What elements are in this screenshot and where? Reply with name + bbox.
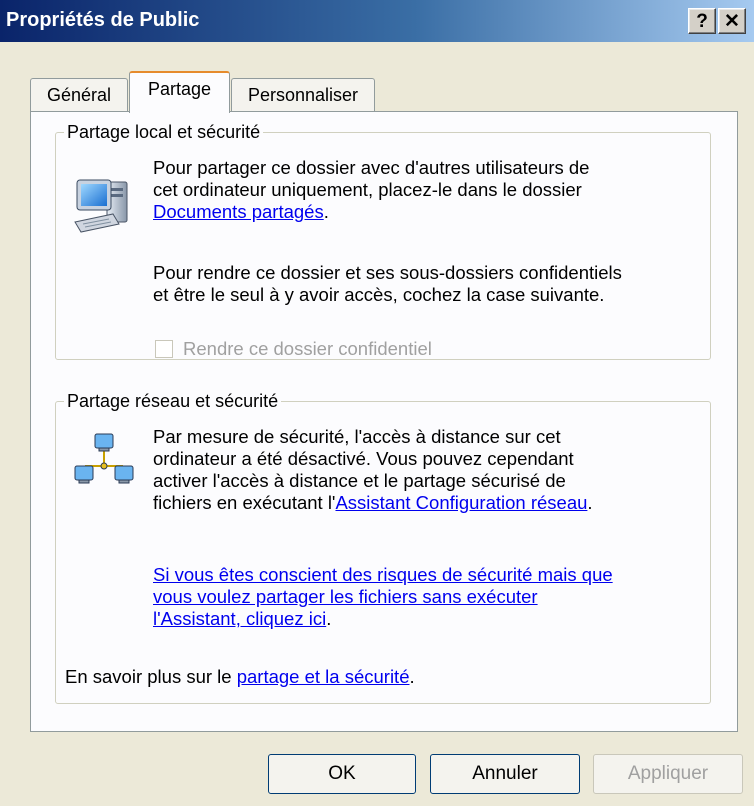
text-line: cet ordinateur uniquement, placez-le dan… <box>153 179 582 200</box>
risk-link-line[interactable]: vous voulez partager les fichiers sans e… <box>153 586 613 608</box>
tab-partage[interactable]: Partage <box>129 71 230 113</box>
network-icon <box>74 433 134 484</box>
text-line: activer l'accès à distance et le partage… <box>153 470 566 491</box>
punctuation: . <box>409 666 415 687</box>
text-line: l'Assistant, cliquez ici. <box>153 608 613 630</box>
risk-link-line[interactable]: Si vous êtes conscient des risques de sé… <box>153 564 613 586</box>
text-fragment: En savoir plus sur le <box>65 666 237 687</box>
text-fragment: fichiers en exécutant l' <box>153 492 336 513</box>
punctuation: . <box>323 201 329 222</box>
learn-more-link[interactable]: partage et la sécurité <box>237 666 410 687</box>
text-line: fichiers en exécutant l'Assistant Config… <box>153 492 593 514</box>
cancel-button[interactable]: Annuler <box>430 754 580 794</box>
risk-link-block: Si vous êtes conscient des risques de sé… <box>153 564 613 630</box>
local-sharing-text-2: Pour rendre ce dossier et ses sous-dossi… <box>153 262 622 306</box>
text-line: Pour partager ce dossier avec d'autres u… <box>153 157 590 178</box>
local-sharing-text-1: Pour partager ce dossier avec d'autres u… <box>153 157 589 223</box>
apply-button[interactable]: Appliquer <box>593 754 743 794</box>
tab-panel: Partage local et sécurité Pour partager … <box>30 111 738 732</box>
punctuation: . <box>326 608 332 629</box>
text-line: et être le seul à y avoir accès, cochez … <box>153 284 605 305</box>
window-title: Propriétés de Public <box>6 9 200 31</box>
title-bar: Propriétés de Public ? ✕ <box>0 0 754 42</box>
confidential-checkbox[interactable] <box>155 340 173 358</box>
text-line: Documents partagés. <box>153 201 589 223</box>
network-wizard-link[interactable]: Assistant Configuration réseau <box>335 492 587 513</box>
risk-link-line[interactable]: l'Assistant, cliquez ici <box>153 608 326 629</box>
tab-personnaliser[interactable]: Personnaliser <box>231 78 375 112</box>
tab-general[interactable]: Général <box>30 78 128 112</box>
confidential-checkbox-label: Rendre ce dossier confidentiel <box>183 338 432 359</box>
documents-partages-link[interactable]: Documents partagés <box>153 201 324 222</box>
ok-button[interactable]: OK <box>268 754 416 794</box>
text-line: Pour rendre ce dossier et ses sous-dossi… <box>153 262 622 283</box>
local-sharing-legend: Partage local et sécurité <box>64 121 264 143</box>
help-button[interactable]: ? <box>688 8 716 34</box>
text-line: Par mesure de sécurité, l'accès à distan… <box>153 426 561 447</box>
computer-icon <box>74 179 128 233</box>
learn-more-text: En savoir plus sur le partage et la sécu… <box>65 666 415 688</box>
close-button[interactable]: ✕ <box>718 8 746 34</box>
text-line: ordinateur a été désactivé. Vous pouvez … <box>153 448 574 469</box>
network-sharing-legend: Partage réseau et sécurité <box>64 390 282 412</box>
punctuation: . <box>587 492 593 513</box>
network-sharing-text-1: Par mesure de sécurité, l'accès à distan… <box>153 426 593 514</box>
